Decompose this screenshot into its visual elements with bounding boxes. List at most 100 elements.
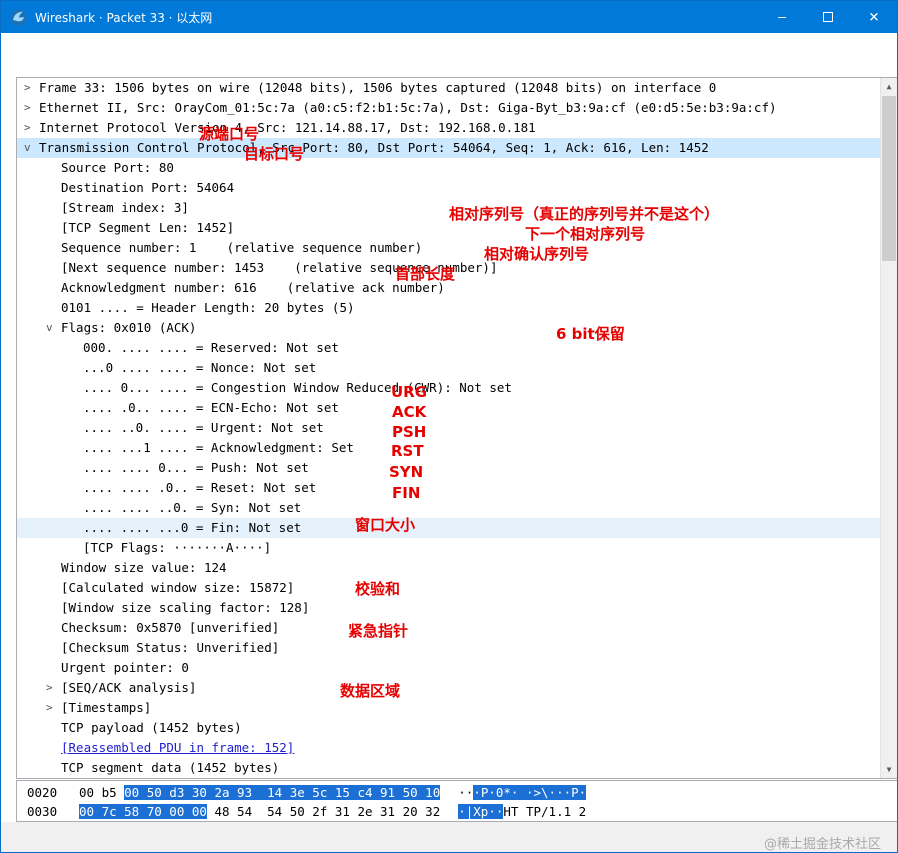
tree-row-label: Source Port: 80 — [61, 160, 174, 175]
tree-row[interactable]: .... .... ..0. = Syn: Not set — [17, 498, 897, 518]
expand-icon[interactable]: > — [24, 78, 39, 98]
tree-row[interactable]: > Frame 33: 1506 bytes on wire (12048 bit… — [17, 78, 897, 98]
tree-row[interactable]: .... .... 0... = Push: Not set — [17, 458, 897, 478]
hex-offset: 0030 — [27, 804, 58, 819]
scroll-down-icon[interactable]: ▼ — [881, 761, 897, 778]
collapse-icon[interactable]: v — [24, 138, 39, 158]
hex-dump-pane: 0020 00 b5 00 50 d3 30 2a 93 14 3e 5c 15 … — [16, 780, 897, 822]
tree-row-label: .... ..0. .... = Urgent: Not set — [83, 420, 324, 435]
tree-row[interactable]: .... .... .0.. = Reset: Not set — [17, 478, 897, 498]
tree-row[interactable]: ...0 .... .... = Nonce: Not set — [17, 358, 897, 378]
tree-row[interactable]: [Next sequence number: 1453 (relative se… — [17, 258, 897, 278]
hex-row[interactable]: 0030 00 7c 58 70 00 00 48 54 54 50 2f 31 … — [17, 802, 897, 821]
hex-bytes[interactable]: 00 7c 58 70 00 00 48 54 54 50 2f 31 2e 3… — [79, 802, 440, 821]
tree-row[interactable]: 0101 .... = Header Length: 20 bytes (5) — [17, 298, 897, 318]
ascii-unselected: ·· — [458, 785, 474, 800]
expand-icon[interactable]: > — [24, 98, 39, 118]
tree-row[interactable]: v Flags: 0x010 (ACK) — [17, 318, 897, 338]
scrollbar-thumb[interactable] — [882, 96, 896, 261]
tree-row[interactable]: [Checksum Status: Unverified] — [17, 638, 897, 658]
expand-icon[interactable]: > — [46, 678, 61, 698]
tree-row[interactable]: Window size value: 124 — [17, 558, 897, 578]
tree-row[interactable]: Acknowledgment number: 616 (relative ack… — [17, 278, 897, 298]
tree-row[interactable]: > Internet Protocol Version 4, Src: 121.1… — [17, 118, 897, 138]
collapse-icon[interactable]: v — [46, 318, 61, 338]
hex-bytes-selected: 00 7c 58 70 00 00 — [79, 804, 207, 819]
tree-row[interactable]: Source Port: 80 — [17, 158, 897, 178]
vertical-scrollbar[interactable]: ▲ ▼ — [880, 78, 897, 778]
ascii-unselected: HT TP/1.1 2 — [503, 804, 587, 819]
tree-row-label: Transmission Control Protocol, Src Port:… — [39, 140, 709, 155]
packet-detail-pane: > Frame 33: 1506 bytes on wire (12048 bit… — [16, 77, 897, 779]
tree-row[interactable]: [Stream index: 3] — [17, 198, 897, 218]
window-controls: — × — [759, 1, 897, 33]
watermark: @稀土掘金技术社区 — [763, 837, 881, 852]
tree-row-label: [Next sequence number: 1453 (relative se… — [61, 260, 498, 275]
hex-row[interactable]: 0020 00 b5 00 50 d3 30 2a 93 14 3e 5c 15 … — [17, 783, 897, 802]
expand-icon[interactable]: > — [24, 118, 39, 138]
tree-row-label: [TCP Flags: ·······A····] — [83, 540, 272, 555]
tree-row[interactable]: [Reassembled PDU in frame: 152] — [17, 738, 897, 758]
tree-row-label: TCP segment data (1452 bytes) — [61, 760, 280, 775]
tree-row[interactable]: Urgent pointer: 0 — [17, 658, 897, 678]
tree-row-label: [Window size scaling factor: 128] — [61, 600, 310, 615]
tree-row-label: [Timestamps] — [61, 700, 152, 715]
tree-row[interactable]: Destination Port: 54064 — [17, 178, 897, 198]
hex-bytes-unselected: 00 b5 — [79, 785, 125, 800]
tree-row[interactable]: > [SEQ/ACK analysis] — [17, 678, 897, 698]
tree-row[interactable]: v Transmission Control Protocol, Src Port… — [17, 138, 897, 158]
tree-row-label: [Calculated window size: 15872] — [61, 580, 295, 595]
expand-icon[interactable]: > — [46, 698, 61, 718]
tree-row-label: .... .0.. .... = ECN-Echo: Not set — [83, 400, 339, 415]
hex-ascii[interactable]: ···P·0*· ·>\···P· — [458, 783, 587, 802]
tree-row[interactable]: [TCP Segment Len: 1452] — [17, 218, 897, 238]
tree-row[interactable]: Checksum: 0x5870 [unverified] — [17, 618, 897, 638]
tree-row[interactable]: 000. .... .... = Reserved: Not set — [17, 338, 897, 358]
tree-row-label: Ethernet II, Src: OrayCom_01:5c:7a (a0:c… — [39, 100, 777, 115]
maximize-button[interactable] — [805, 1, 851, 33]
wireshark-logo-icon — [10, 9, 27, 26]
tree-row[interactable]: [TCP Flags: ·······A····] — [17, 538, 897, 558]
scroll-up-icon[interactable]: ▲ — [881, 78, 897, 95]
tree-row[interactable]: TCP payload (1452 bytes) — [17, 718, 897, 738]
tree-row[interactable]: .... ..0. .... = Urgent: Not set — [17, 418, 897, 438]
tree-row[interactable]: [Calculated window size: 15872] — [17, 578, 897, 598]
close-icon: × — [868, 6, 880, 27]
tree-row[interactable]: > [Timestamps] — [17, 698, 897, 718]
reassembled-pdu-link[interactable]: [Reassembled PDU in frame: 152] — [61, 738, 294, 758]
tree-row[interactable]: Sequence number: 1 (relative sequence nu… — [17, 238, 897, 258]
tree-row-label: .... ...1 .... = Acknowledgment: Set — [83, 440, 354, 455]
tree-row[interactable]: .... ...1 .... = Acknowledgment: Set — [17, 438, 897, 458]
tree-row-label: [TCP Segment Len: 1452] — [61, 220, 235, 235]
tree-row[interactable]: [Window size scaling factor: 128] — [17, 598, 897, 618]
window-title: Wireshark · Packet 33 · 以太网 — [35, 10, 213, 25]
tree-row[interactable]: .... 0... .... = Congestion Window Reduc… — [17, 378, 897, 398]
maximize-icon — [823, 12, 833, 22]
tree-row[interactable]: .... .0.. .... = ECN-Echo: Not set — [17, 398, 897, 418]
tree-row-label: Window size value: 124 — [61, 560, 227, 575]
footer-bar: @稀土掘金技术社区 Close Help — [1, 822, 897, 852]
title-bar[interactable]: Wireshark · Packet 33 · 以太网 — × — [1, 1, 897, 33]
tree-row[interactable]: > Ethernet II, Src: OrayCom_01:5c:7a (a0:… — [17, 98, 897, 118]
tree-row[interactable]: .... .... ...0 = Fin: Not set — [17, 518, 897, 538]
minimize-button[interactable]: — — [759, 1, 805, 33]
tree-row[interactable]: TCP segment data (1452 bytes) — [17, 758, 897, 778]
close-window-button[interactable]: × — [851, 1, 897, 33]
hex-offset: 0020 — [27, 785, 58, 800]
hex-ascii[interactable]: ·|Xp··HT TP/1.1 2 — [458, 802, 586, 821]
hex-bytes[interactable]: 00 b5 00 50 d3 30 2a 93 14 3e 5c 15 c4 9… — [79, 783, 441, 802]
